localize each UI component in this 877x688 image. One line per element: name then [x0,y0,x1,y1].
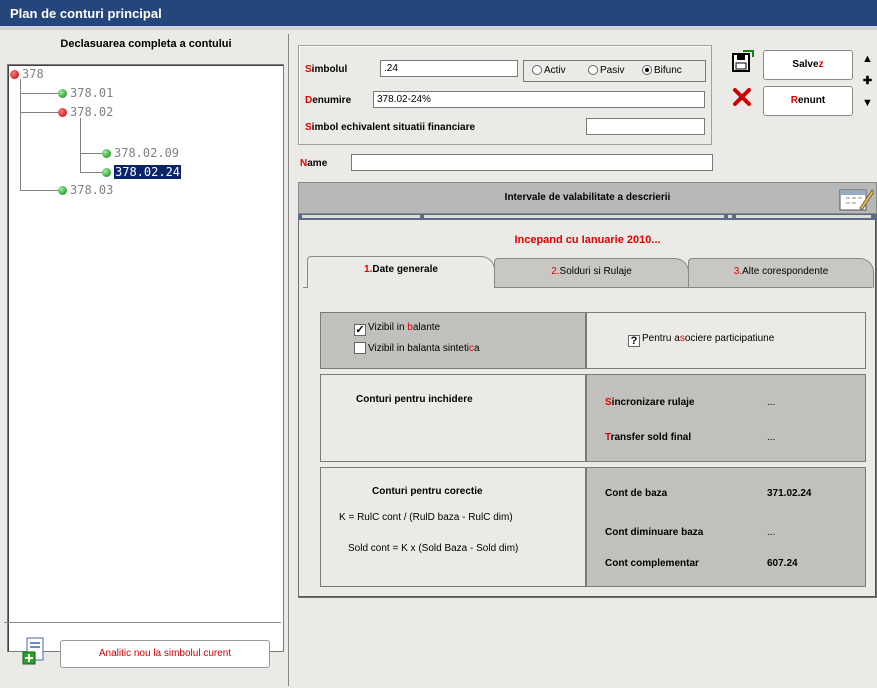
interval-start-label: Incepand cu Ianuarie 2010... [514,234,661,246]
cont-baza-value[interactable]: 371.02.24 [767,488,812,499]
red-dot-icon [10,70,19,79]
sincronizare-label: Sincronizare rulaje [605,397,695,408]
new-document-icon [22,637,44,665]
simbol-label: Simbolul [305,64,348,75]
cont-diminuare-value[interactable]: ... [767,527,775,538]
cont-diminuare-label: Cont diminuare baza [605,527,704,538]
formula-sold: Sold cont = K x (Sold Baza - Sold dim) [348,543,519,554]
cont-complementar-value[interactable]: 607.24 [767,558,798,569]
tree-title: Declasuarea completa a contului [60,38,232,50]
green-dot-icon [58,186,67,195]
calendar-edit-icon[interactable] [838,184,874,212]
tree-node-378-03[interactable]: 378.03 [58,183,113,197]
formula-k: K = RulC cont / (RulD baza - RulC dim) [339,512,513,523]
simbol-echivalent-input[interactable] [586,118,705,135]
account-tree[interactable]: 378 378.01 378.02 378.02.09 378.02.24 37… [7,64,284,652]
name-input[interactable] [351,154,713,171]
transfer-label: Transfer sold final [605,432,692,443]
tree-node-378-02-24[interactable]: 378.02.24 [102,165,182,179]
radio-bifunc[interactable]: Bifunc [642,65,682,76]
correction-accounts-title: Conturi pentru corectie [372,486,483,497]
denumire-label: Denumire [305,95,352,106]
checkbox-asociere-participatiune[interactable]: ? Pentru asociere participatiune [628,333,774,347]
tree-node-378-02-09[interactable]: 378.02.09 [102,146,179,160]
closing-accounts-title: Conturi pentru inchidere [356,394,473,405]
account-type-radio-group: Activ Pasiv Bifunc [523,60,706,82]
closing-accounts-box [320,374,586,462]
transfer-value[interactable]: ... [767,432,775,443]
new-analytic-button[interactable]: Analitic nou la simbolul curent [60,640,270,668]
tab-alte-corespondente[interactable]: 3.Alte corespondente [688,258,874,288]
red-dot-icon [58,108,67,117]
account-tree-panel: Declasuarea completa a contului 378 378.… [3,34,289,686]
tree-node-378-01[interactable]: 378.01 [58,86,113,100]
correction-accounts-box [320,467,586,587]
checkbox-vizibil-sintetica[interactable]: Vizibil in balanta sintetica [354,342,480,354]
closing-settings-box [586,374,866,462]
denumire-input[interactable]: 378.02-24% [373,91,705,108]
cont-complementar-label: Cont complementar [605,558,699,569]
tab-date-generale[interactable]: 1.Date generale [307,256,495,288]
green-dot-icon [58,89,67,98]
save-button[interactable]: Salvez [763,50,853,80]
tree-node-378[interactable]: 378 [10,67,44,81]
window-title: Plan de conturi principal [0,0,877,28]
cancel-x-icon [733,88,751,106]
name-label: Name [300,158,328,169]
cancel-button[interactable]: Renunt [763,86,853,116]
validity-intervals-header[interactable]: Intervale de valabilitate a descrierii [298,182,877,214]
sincronizare-value[interactable]: ... [767,397,775,408]
simbol-echivalent-label: Simbol echivalent situatii financiare [305,122,476,133]
visibility-box [320,312,586,369]
tree-node-378-02[interactable]: 378.02 [58,105,113,119]
arrow-left-icon[interactable]: ✚ [860,74,875,88]
checkbox-vizibil-balante[interactable]: ✓ Vizibil in balante [354,322,440,336]
green-dot-icon [102,168,111,177]
save-icon [732,50,754,72]
arrow-down-icon[interactable]: ▼ [860,96,875,110]
arrow-up-icon[interactable]: ▲ [860,52,875,66]
tab-solduri-rulaje[interactable]: 2.Solduri si Rulaje [494,258,689,288]
simbol-input[interactable]: .24 [380,60,518,77]
cont-baza-label: Cont de baza [605,488,668,499]
radio-pasiv[interactable]: Pasiv [588,65,624,76]
green-dot-icon [102,149,111,158]
radio-activ[interactable]: Activ [532,65,566,76]
